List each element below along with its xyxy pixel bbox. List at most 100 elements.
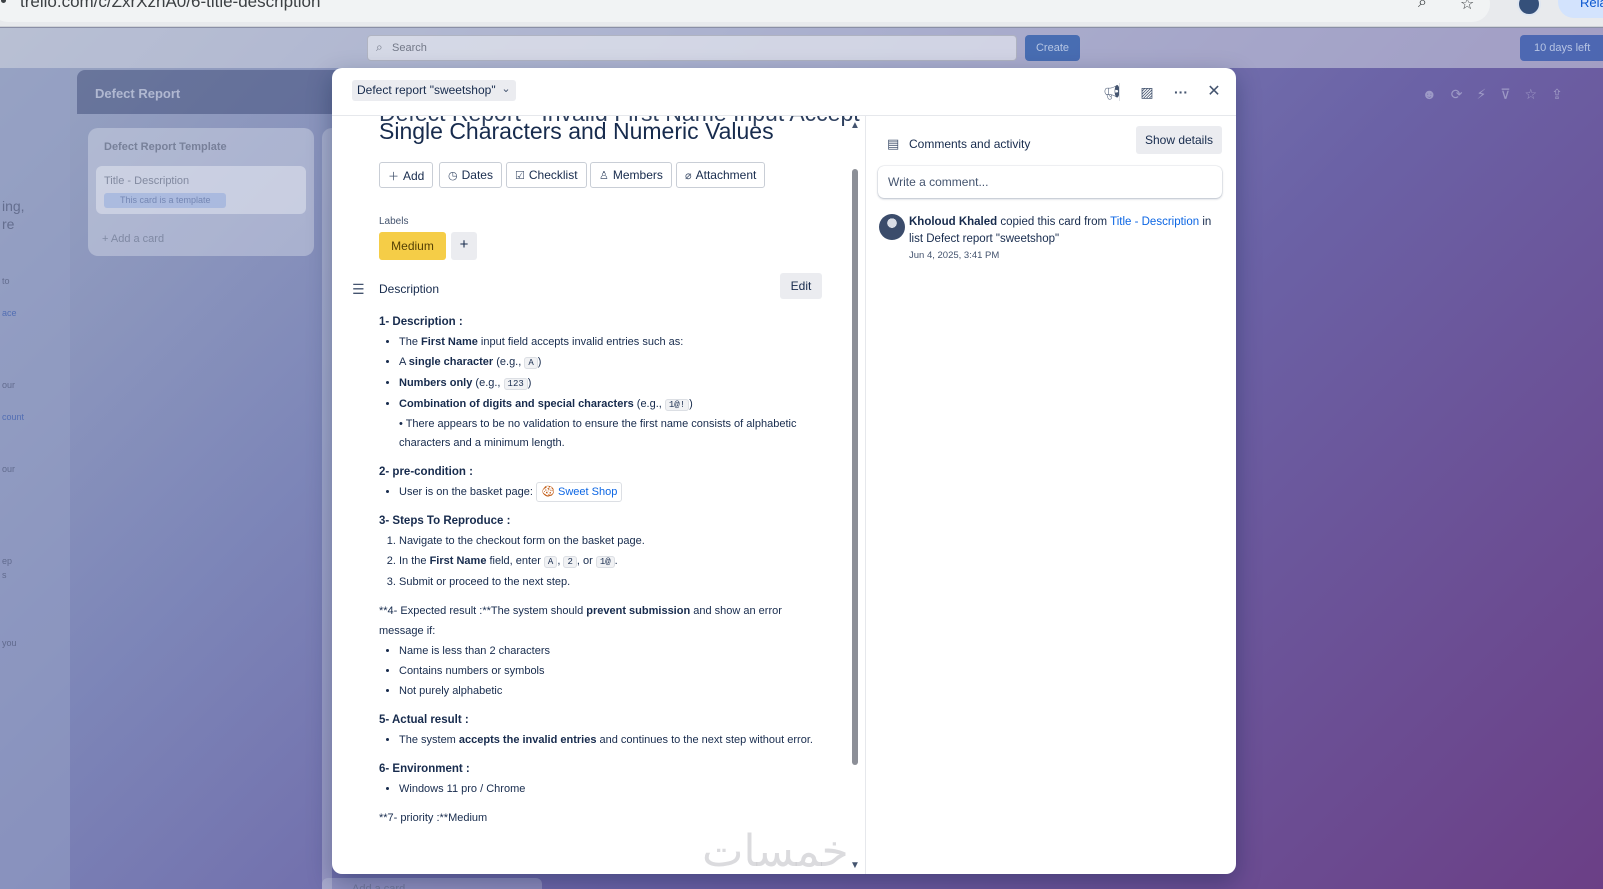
sidebar-text: ing, (2, 198, 25, 214)
sidebar-link[interactable]: ace (2, 308, 17, 318)
activity-panel: ▤ Comments and activity Show details Wri… (865, 116, 1236, 874)
board-title[interactable]: Defect Report (95, 86, 180, 101)
members-button-label: Members (612, 168, 663, 182)
board-list-second (322, 128, 332, 889)
list-item: The system accepts the invalid entries a… (399, 730, 819, 750)
checklist-button-label: Checklist (528, 168, 578, 182)
chevron-down-icon: ⌄ (501, 83, 511, 95)
sidebar-text: re (2, 216, 15, 232)
list-card-title: Title - Description (104, 175, 190, 187)
add-button-label: Add (403, 169, 425, 183)
list-name: Defect report "sweetshop" (357, 83, 496, 97)
activity-heading: Comments and activity (909, 137, 1031, 151)
section-heading: 2- pre-condition : (379, 466, 473, 478)
list-item: Combination of digits and special charac… (399, 394, 819, 453)
avatar[interactable] (879, 214, 905, 240)
modal-header: Defect report "sweetshop" ⌄ 📢︎ ▨ ··· ✕ (332, 68, 1236, 116)
activity-timestamp[interactable]: Jun 4, 2025, 3:41 PM (909, 250, 999, 261)
card-title[interactable]: Single Characters and Numeric Values (379, 118, 774, 145)
browser-toolbar: trello.com/c/ZxrXzhA0/6-title-descriptio… (0, 0, 1603, 27)
card-main-panel: Defect Report - Invalid First Name Input… (332, 116, 865, 874)
add-card-button-bottom[interactable]: Add a card (322, 878, 542, 889)
attachment-button[interactable]: ⌀ Attachment (676, 162, 766, 188)
cookie-icon: 🍪︎ (540, 486, 558, 499)
sweet-shop-link[interactable]: 🍪︎ Sweet Shop (535, 482, 623, 503)
inline-code: A (543, 556, 558, 569)
template-badge: This card is a template (104, 193, 226, 208)
label-medium[interactable]: Medium (379, 232, 446, 260)
dates-button[interactable]: ◷ Dates (439, 162, 502, 188)
activity-entry: Kholoud Khaled copied this card from Tit… (909, 216, 1212, 245)
sidebar-text: you (2, 638, 17, 648)
header-divider (1119, 83, 1120, 101)
more-options-icon[interactable]: ··· (1169, 80, 1193, 104)
close-icon[interactable]: ✕ (1202, 80, 1226, 104)
bullet-list: The system accepts the invalid entries a… (379, 730, 819, 750)
bullet-list: The First Name input field accepts inval… (379, 332, 819, 453)
comment-input[interactable]: Write a comment... (878, 166, 1222, 198)
inline-code: 1@ (595, 556, 615, 569)
megaphone-icon[interactable]: 📢︎ (1100, 80, 1124, 104)
list-item: The First Name input field accepts inval… (399, 332, 819, 352)
list-item: A single character (e.g., A) (399, 352, 819, 373)
bookmark-star-icon[interactable]: ☆ (1460, 0, 1474, 14)
inline-code: A (524, 357, 538, 369)
description-icon: ☰ (352, 281, 365, 297)
sidebar-link[interactable]: count (2, 412, 24, 422)
edit-description-button[interactable]: Edit (780, 273, 822, 299)
sidebar-text: our (2, 464, 16, 474)
attachment-button-label: Attachment (695, 168, 757, 182)
list-item: Not purely alphabetic (399, 681, 819, 701)
checklist-icon: ☑ (515, 170, 525, 182)
add-card-button[interactable]: + Add a card (102, 233, 164, 245)
scroll-up-arrow-icon[interactable]: ▲ (850, 120, 860, 131)
inline-code: 123 (503, 378, 528, 390)
relaunch-button[interactable]: Relau (1558, 0, 1603, 18)
watermark-logo: خمسات (702, 826, 849, 877)
clock-icon: ◷ (448, 170, 458, 182)
paperclip-icon: ⌀ (685, 170, 692, 182)
list-item: Numbers only (e.g., 123) (399, 373, 819, 394)
list-item: In the First Name field, enter A, 2, or … (399, 551, 819, 572)
member-icon: ♙ (599, 170, 609, 182)
comment-icon: ▤ (887, 136, 900, 151)
card-detail-modal: Defect report "sweetshop" ⌄ 📢︎ ▨ ··· ✕ D… (332, 68, 1236, 874)
list-item: Submit or proceed to the next step. (399, 572, 819, 592)
profile-avatar[interactable] (1517, 0, 1541, 16)
add-button[interactable]: ＋ Add (379, 162, 434, 188)
bullet-list: User is on the basket page: 🍪︎ Sweet Sho… (379, 482, 819, 503)
show-details-button[interactable]: Show details (1136, 126, 1222, 154)
sidebar-text: ep (2, 556, 13, 566)
expected-result: **4- Expected result :**The system shoul… (379, 605, 782, 638)
board-header-icons[interactable]: ☻⟳⚡⊽☆⇪ (1422, 86, 1577, 103)
list-item: User is on the basket page: 🍪︎ Sweet Sho… (399, 482, 819, 503)
numbered-list: Navigate to the checkout form on the bas… (379, 531, 819, 592)
scroll-down-arrow-icon[interactable]: ▼ (850, 860, 860, 871)
plus-icon: ＋ (388, 171, 399, 183)
inline-code: 1@! (664, 399, 690, 411)
source-card-link[interactable]: Title - Description (1110, 216, 1199, 228)
description-heading: Description (379, 282, 440, 296)
create-button[interactable]: Create (1025, 35, 1080, 61)
search-input[interactable]: Search (367, 35, 1017, 61)
search-icon[interactable]: ⌕ (1418, 0, 1427, 12)
list-selector[interactable]: Defect report "sweetshop" ⌄ (352, 80, 516, 101)
scrollbar-thumb[interactable] (852, 169, 858, 765)
activity-user[interactable]: Kholoud Khaled (909, 216, 997, 228)
list-title[interactable]: Defect Report Template (104, 141, 227, 153)
list-item: Name is less than 2 characters (399, 641, 819, 661)
members-button[interactable]: ♙ Members (590, 162, 672, 188)
sidebar-text: our (2, 380, 16, 390)
cover-image-icon[interactable]: ▨ (1135, 80, 1159, 104)
list-item: Windows 11 pro / Chrome (399, 779, 819, 799)
section-heading: 6- Environment : (379, 763, 470, 776)
section-heading: 1- Description : (379, 316, 463, 328)
sub-note: • There appears to be no validation to e… (399, 418, 797, 449)
bullet-list: Name is less than 2 characters Contains … (379, 641, 819, 701)
address-url[interactable]: trello.com/c/ZxrXzhA0/6-title-descriptio… (20, 0, 320, 12)
description-body[interactable]: 1- Description : The First Name input fi… (379, 312, 819, 828)
trial-badge[interactable]: 10 days left (1520, 35, 1603, 61)
add-label-button[interactable]: + (451, 232, 477, 260)
checklist-button[interactable]: ☑ Checklist (506, 162, 587, 188)
sidebar-text: to (2, 276, 10, 286)
